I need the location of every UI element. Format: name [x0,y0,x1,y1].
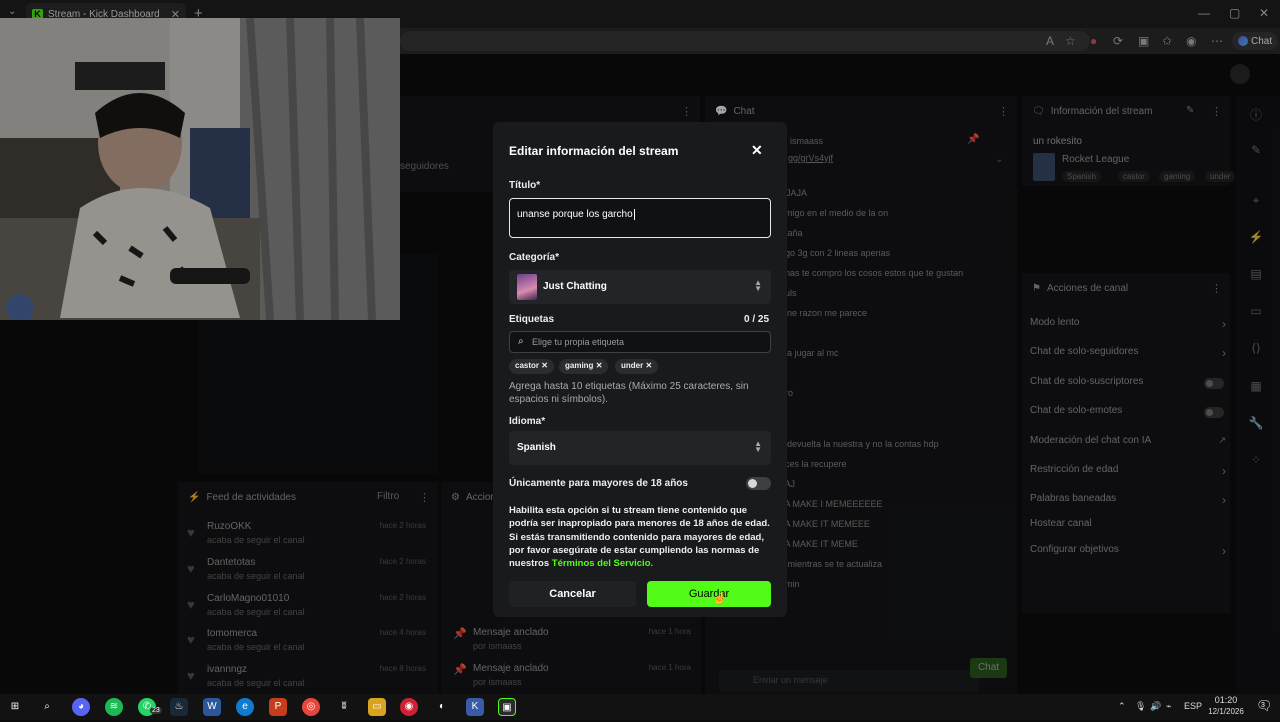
save-button[interactable]: Guardar [647,581,771,607]
microphone-icon[interactable]: 🎙 [1135,701,1146,712]
title-input[interactable]: unanse porque los garcho [509,198,771,238]
tags-hint: Agrega hasta 10 etiquetas (Máximo 25 car… [509,381,749,405]
volume-icon[interactable]: 🔊 [1150,701,1161,712]
windows-taskbar: ⊞ ⌕ ◕ ≋ ✆ 23 ♨ W e P ◎ ʬ ▭ ◉ ◐ K ▣ ⌃ 🎙 🔊… [0,694,1280,720]
app-w-icon[interactable]: ʬ [335,698,353,716]
tag-chip: castor ✕ [509,359,554,374]
terms-link[interactable]: Términos del Servicio. [552,558,653,569]
category-label: Categoría* [509,252,560,263]
category-select[interactable]: Just Chatting ▲ ▼ [509,270,771,304]
language-select[interactable]: Spanish ▲ ▼ [509,431,771,465]
tag-chip-label: under [621,361,644,370]
edge-icon[interactable]: e [236,698,254,716]
file-explorer-icon[interactable]: ▭ [368,698,386,716]
github-icon[interactable]: ◐ [433,698,451,716]
tag-chip: gaming ✕ [559,359,609,374]
language-label: Idioma* [509,416,546,427]
category-value: Just Chatting [543,281,607,292]
cancel-button[interactable]: Cancelar [509,581,636,607]
chrome-icon[interactable]: ◎ [302,698,320,716]
language-value: Spanish [517,442,556,453]
powerpoint-icon[interactable]: P [269,698,287,716]
mouse-cursor-icon: ☝ [712,591,727,605]
remove-tag-icon[interactable]: ✕ [541,361,548,370]
steam-icon[interactable]: ♨ [170,698,188,716]
remove-tag-icon[interactable]: ✕ [596,361,603,370]
title-input-value: unanse porque los garcho [517,209,633,221]
tray-chevron-icon[interactable]: ⌃ [1118,701,1126,712]
app-k-icon[interactable]: K [466,698,484,716]
mature-description: Habilita esta opción si tu stream tiene … [509,504,771,570]
select-arrows-icon: ▲ ▼ [754,278,762,293]
tag-chip-label: gaming [565,361,594,370]
discord-icon[interactable]: ◕ [72,698,90,716]
category-thumbnail [517,274,537,300]
search-icon[interactable]: ⌕ [38,698,56,716]
modal-title: Editar información del stream [509,144,679,158]
tag-input-placeholder: Elige tu propia etiqueta [532,337,625,347]
spotify-icon[interactable]: ≋ [105,698,123,716]
tags-label: Etiquetas [509,314,555,325]
mature-toggle[interactable] [746,477,771,490]
notification-count: 3 [1261,702,1265,709]
tag-input[interactable]: ⌕ Elige tu propia etiqueta [509,331,771,353]
remove-tag-icon[interactable]: ✕ [645,361,652,370]
tag-chip: under ✕ [615,359,659,374]
search-icon: ⌕ [518,336,524,347]
whatsapp-badge: 23 [150,707,162,714]
select-arrows-icon: ▲ ▼ [754,439,762,454]
tag-chip-label: castor [515,361,540,370]
title-label: Título* [509,180,541,191]
app-color-icon[interactable]: ◉ [400,698,418,716]
tags-count: 0 / 25 [744,314,770,325]
network-icon[interactable]: ⌁ [1166,701,1171,712]
clock-date[interactable]: 12/1/2026 [1200,707,1252,716]
close-icon[interactable]: ✕ [751,142,763,159]
windows-start-icon[interactable]: ⊞ [6,698,24,716]
obs-icon[interactable]: ▣ [498,698,516,716]
text-caret [633,209,635,220]
mature-label: Únicamente para mayores de 18 años [509,478,688,489]
edit-stream-info-modal: Editar información del stream ✕ Título* … [493,122,787,617]
word-icon[interactable]: W [203,698,221,716]
clock-time[interactable]: 01:20 [1205,695,1247,705]
